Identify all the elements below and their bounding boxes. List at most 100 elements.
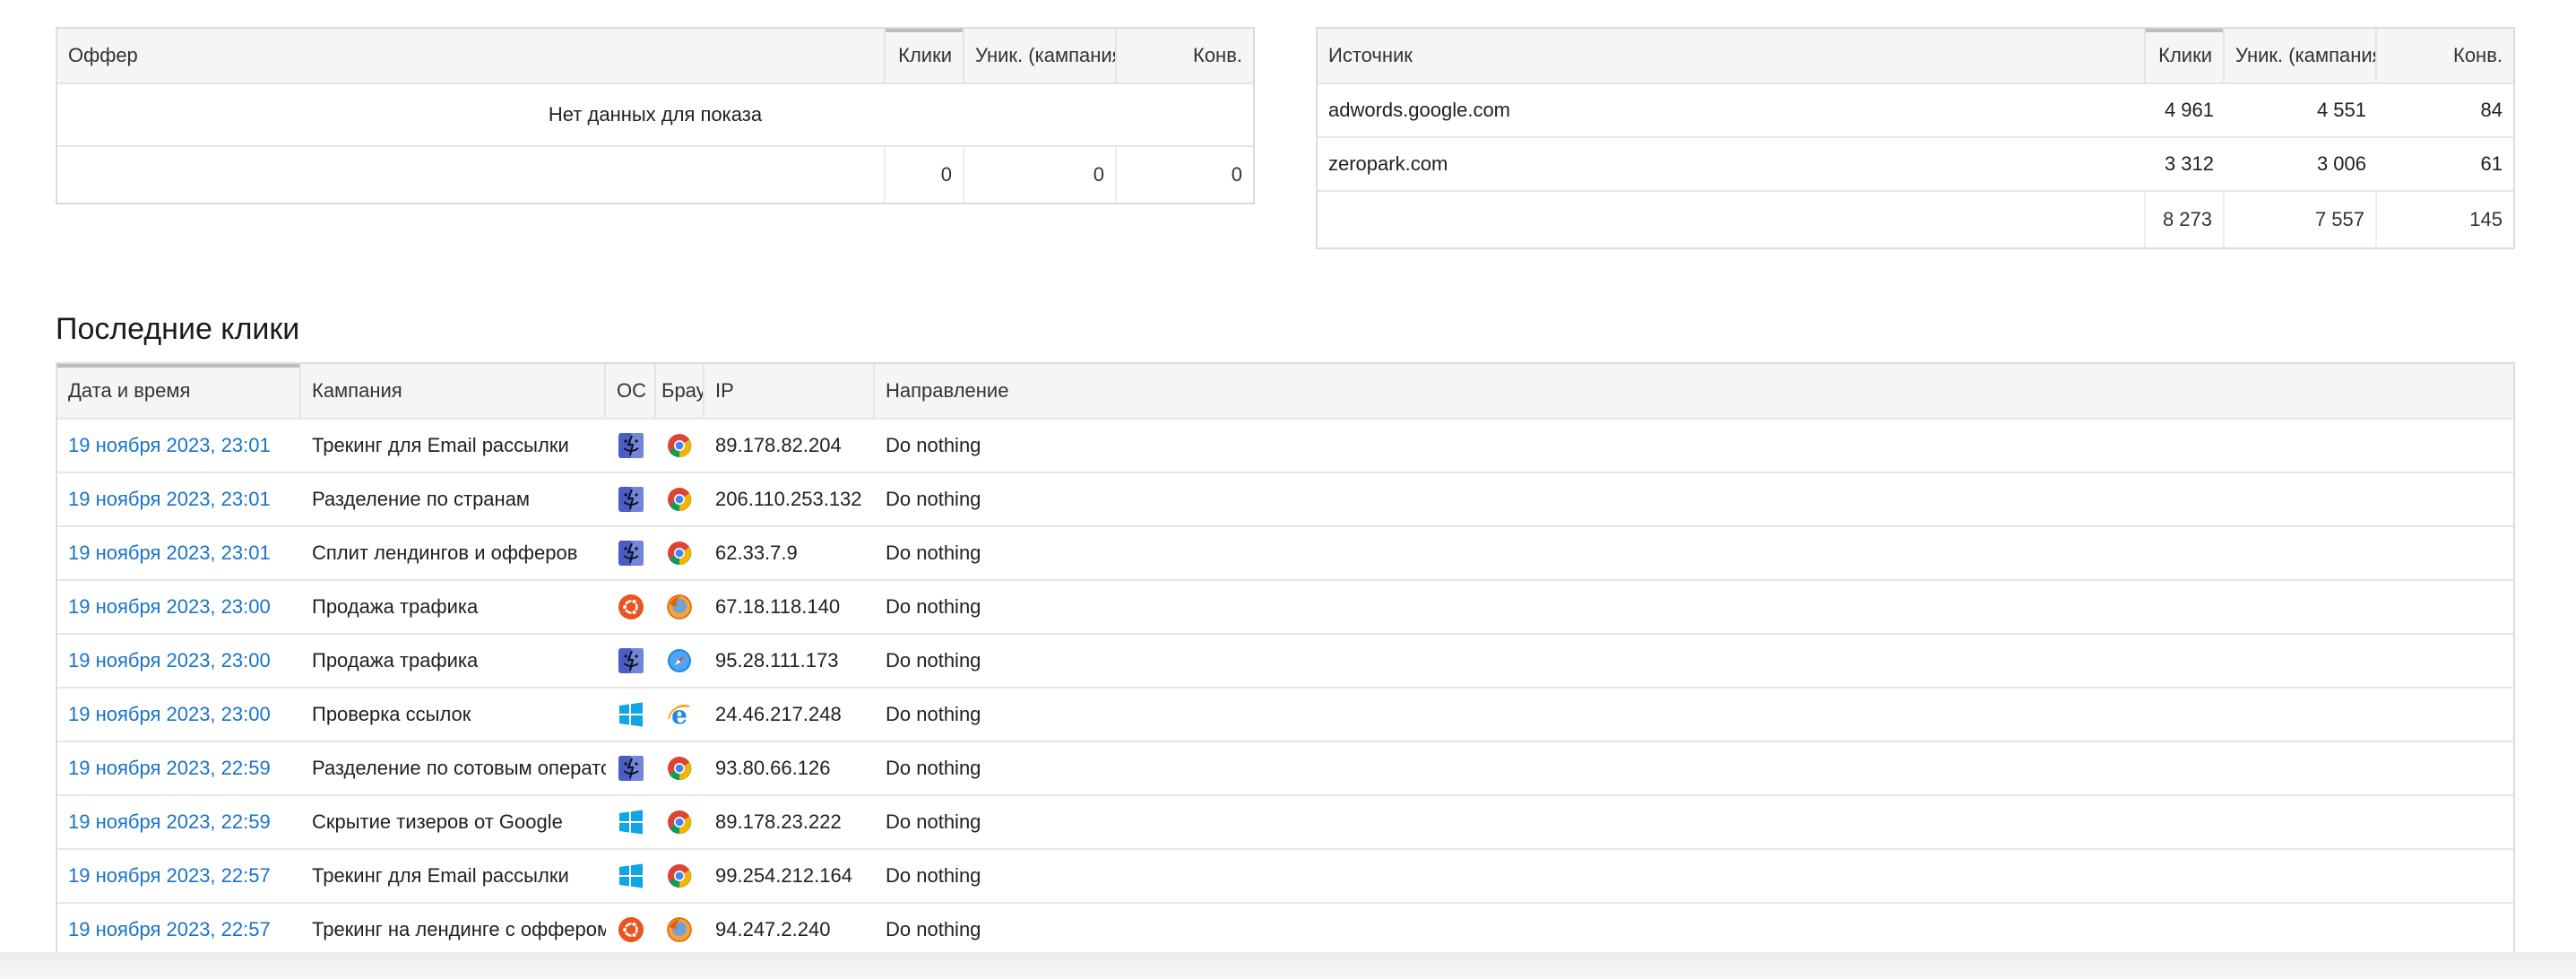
column-header-os[interactable]: ОС: [606, 364, 656, 418]
click-ip: 89.178.23.222: [715, 810, 842, 833]
table-row[interactable]: 19 ноября 2023, 22:59 Скрытие тизеров от …: [57, 796, 2513, 850]
click-direction: Do nothing: [886, 757, 981, 779]
offers-totals-row: 0 0 0: [57, 147, 1253, 203]
click-ip: 89.178.82.204: [715, 434, 842, 456]
click-ip: 206.110.253.132: [715, 488, 862, 510]
source-unique: 4 551: [2316, 99, 2366, 121]
click-direction: Do nothing: [886, 595, 981, 618]
chrome-icon: [656, 473, 705, 525]
windows-icon: [606, 796, 656, 848]
column-header-ip[interactable]: IP: [705, 364, 875, 418]
table-row[interactable]: 19 ноября 2023, 23:01 Трекинг для Email р…: [57, 420, 2513, 473]
recent-clicks-table: Дата и время Кампания ОС Браузер IP Напр…: [56, 362, 2515, 957]
click-direction: Do nothing: [886, 541, 981, 564]
table-row[interactable]: 19 ноября 2023, 23:00 Продажа трафика 67.1…: [57, 581, 2513, 635]
click-direction: Do nothing: [886, 864, 981, 887]
click-direction: Do nothing: [886, 649, 981, 671]
click-datetime-link[interactable]: 19 ноября 2023, 23:01: [57, 420, 301, 472]
column-header-datetime[interactable]: Дата и время: [57, 364, 301, 418]
column-header-browser[interactable]: Браузер: [656, 364, 705, 418]
total-unique: 0: [964, 147, 1117, 203]
click-direction: Do nothing: [886, 488, 981, 510]
column-header-conversions[interactable]: Конв.: [1117, 29, 1253, 82]
macos-finder-icon: [606, 527, 656, 579]
click-datetime-link[interactable]: 19 ноября 2023, 23:00: [57, 635, 301, 687]
table-row[interactable]: 19 ноября 2023, 23:01 Разделение по стран…: [57, 473, 2513, 527]
total-clicks: 0: [886, 147, 964, 203]
click-datetime-link[interactable]: 19 ноября 2023, 22:59: [57, 742, 301, 794]
column-header-unique[interactable]: Уник. (кампания): [2225, 29, 2377, 82]
click-datetime-link[interactable]: 19 ноября 2023, 22:57: [57, 850, 301, 902]
click-direction: Do nothing: [886, 918, 981, 940]
click-campaign: Скрытие тизеров от Google: [312, 810, 563, 833]
click-datetime-link[interactable]: 19 ноября 2023, 22:59: [57, 796, 301, 848]
click-ip: 93.80.66.126: [715, 757, 831, 779]
source-clicks: 4 961: [2164, 99, 2214, 121]
empty-message: Нет данных для показа: [57, 84, 1253, 147]
column-header-clicks[interactable]: Клики: [2146, 29, 2225, 82]
macos-finder-icon: [606, 473, 656, 525]
column-header-unique[interactable]: Уник. (кампания): [964, 29, 1117, 82]
click-campaign: Трекинг для Email рассылки: [312, 434, 569, 456]
offers-table: Оффер Клики Уник. (кампания) Конв. Нет д…: [56, 27, 1255, 204]
total-conversions: 145: [2469, 208, 2503, 230]
click-ip: 94.247.2.240: [715, 918, 831, 940]
sources-totals-row: 8 273 7 557 145: [1318, 192, 2513, 247]
table-row[interactable]: 19 ноября 2023, 22:57 Трекинг на лендинге…: [57, 904, 2513, 957]
click-campaign: Проверка ссылок: [312, 703, 471, 725]
macos-finder-icon: [606, 742, 656, 794]
recent-clicks-header: Дата и время Кампания ОС Браузер IP Напр…: [57, 364, 2513, 420]
total-label: [1318, 192, 2146, 247]
column-header-campaign[interactable]: Кампания: [301, 364, 606, 418]
chrome-icon: [656, 742, 705, 794]
source-conversions: 84: [2480, 99, 2503, 121]
column-header-clicks[interactable]: Клики: [886, 29, 964, 82]
table-row[interactable]: adwords.google.com 4 961 4 551 84: [1318, 84, 2513, 138]
click-datetime-link[interactable]: 19 ноября 2023, 23:00: [57, 581, 301, 633]
table-row[interactable]: 19 ноября 2023, 23:01 Сплит лендингов и о…: [57, 527, 2513, 581]
click-datetime-link[interactable]: 19 ноября 2023, 23:00: [57, 689, 301, 741]
click-campaign: Разделение по странам: [312, 488, 531, 510]
windows-icon: [606, 689, 656, 741]
click-datetime-link[interactable]: 19 ноября 2023, 23:01: [57, 473, 301, 525]
chrome-icon: [656, 527, 705, 579]
total-label: [57, 147, 886, 203]
click-ip: 95.28.111.173: [715, 649, 839, 671]
click-ip: 62.33.7.9: [715, 541, 798, 564]
total-clicks: 8 273: [2146, 192, 2225, 247]
column-header-conversions[interactable]: Конв.: [2377, 29, 2513, 82]
page-bottom-edge: [0, 952, 2576, 979]
ubuntu-icon: [606, 904, 656, 956]
ubuntu-icon: [606, 581, 656, 633]
click-campaign: Продажа трафика: [312, 595, 479, 618]
column-header-direction[interactable]: Направление: [875, 364, 2513, 418]
table-row[interactable]: 19 ноября 2023, 23:00 Проверка ссылок e 24.…: [57, 689, 2513, 742]
recent-clicks-body: 19 ноября 2023, 23:01 Трекинг для Email р…: [57, 420, 2513, 957]
click-datetime-link[interactable]: 19 ноября 2023, 23:01: [57, 527, 301, 579]
firefox-icon: [656, 904, 705, 956]
click-datetime-link[interactable]: 19 ноября 2023, 22:57: [57, 904, 301, 956]
table-row[interactable]: 19 ноября 2023, 23:00 Продажа трафика 95.2…: [57, 635, 2513, 689]
source-clicks: 3 312: [2164, 152, 2214, 175]
table-row[interactable]: zeropark.com 3 312 3 006 61: [1318, 138, 2513, 192]
table-row[interactable]: 19 ноября 2023, 22:57 Трекинг для Email р…: [57, 850, 2513, 904]
sources-table: Источник Клики Уник. (кампания) Конв. ad…: [1316, 27, 2515, 249]
click-campaign: Продажа трафика: [312, 649, 479, 671]
column-header-source[interactable]: Источник: [1318, 29, 2146, 82]
chrome-icon: [656, 850, 705, 902]
table-row[interactable]: 19 ноября 2023, 22:59 Разделение по сотов…: [57, 742, 2513, 796]
sources-table-header: Источник Клики Уник. (кампания) Конв.: [1318, 29, 2513, 84]
source-name: zeropark.com: [1328, 152, 1448, 175]
source-unique: 3 006: [2316, 152, 2366, 175]
total-unique: 7 557: [2225, 192, 2377, 247]
click-direction: Do nothing: [886, 810, 981, 833]
macos-finder-icon: [606, 635, 656, 687]
section-title-recent-clicks: Последние клики: [56, 312, 300, 346]
total-conversions: 0: [1231, 163, 1242, 186]
source-name: adwords.google.com: [1328, 99, 1511, 121]
firefox-icon: [656, 581, 705, 633]
column-header-offer[interactable]: Оффер: [57, 29, 886, 82]
click-campaign: Трекинг для Email рассылки: [312, 864, 569, 887]
click-ip: 24.46.217.248: [715, 703, 842, 725]
macos-finder-icon: [606, 420, 656, 472]
